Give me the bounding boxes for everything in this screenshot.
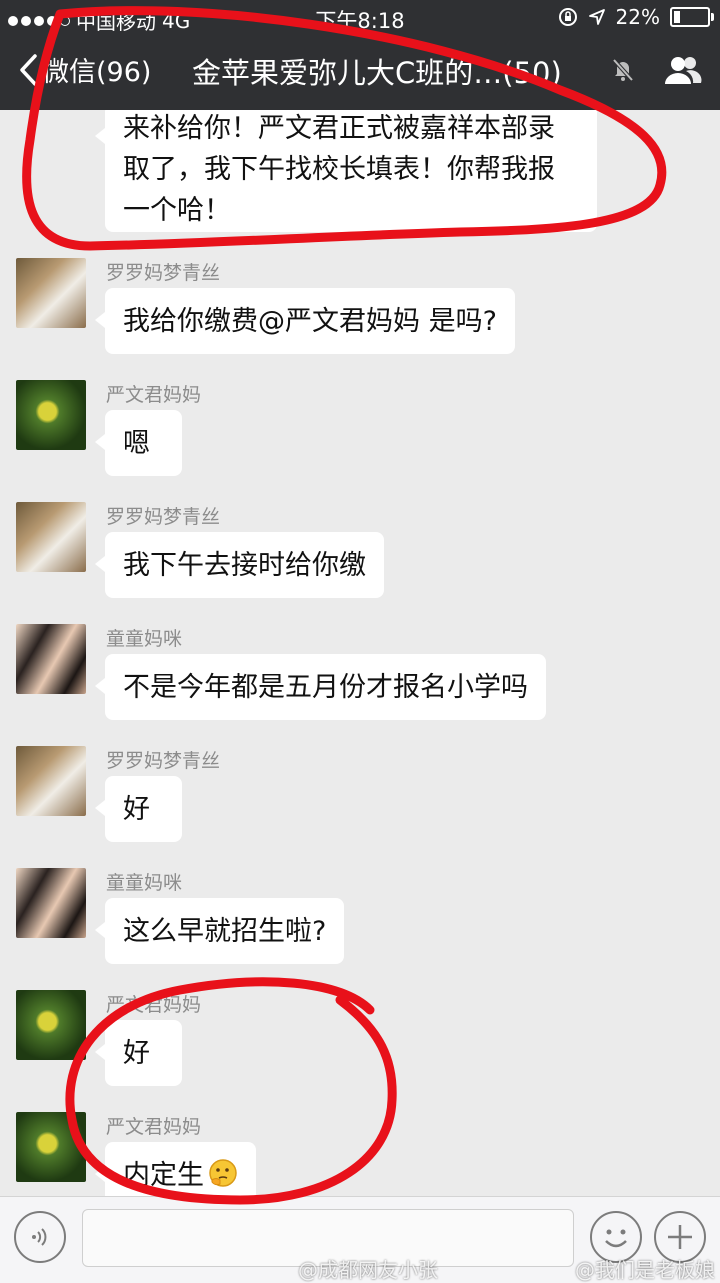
avatar[interactable] (16, 380, 86, 450)
message-bubble[interactable]: 内定生 (95, 1142, 256, 1196)
plus-icon (668, 1225, 692, 1249)
sender-name: 罗罗妈梦青丝 (106, 262, 221, 284)
avatar[interactable] (16, 868, 86, 938)
sender-name: 严文君妈妈 (106, 1116, 202, 1138)
message-bubble[interactable]: 这么早就招生啦? (94, 898, 345, 964)
message-bubble[interactable]: 嗯 (95, 410, 182, 476)
sender-name: 严文君妈妈 (106, 994, 202, 1016)
status-bar: 中国移动 4G 下午8:18 22% (0, 0, 720, 36)
message-list[interactable]: 来补给你！严文君正式被嘉祥本部录 取了，我下午找校长填表！你帮我报 一个哈！ 罗… (0, 110, 720, 1196)
sender-name: 童童妈咪 (106, 628, 183, 650)
sender-name: 罗罗妈梦青丝 (106, 506, 221, 528)
message-bubble[interactable]: 不是今年都是五月份才报名小学吗 (95, 654, 546, 720)
message-text: 不是今年都是五月份才报名小学吗 (123, 672, 528, 703)
avatar[interactable] (16, 502, 86, 572)
group-members-icon (665, 57, 702, 84)
avatar[interactable] (16, 990, 86, 1060)
message-text: 嗯 (123, 428, 150, 459)
thinking-face-icon (209, 1159, 237, 1187)
voice-button[interactable] (14, 1211, 66, 1263)
message-bubble[interactable]: 我下午去接时给你缴 (95, 532, 384, 598)
back-label: 微信(96) (42, 57, 152, 88)
message-text: 好 (123, 1038, 150, 1069)
group-members-button[interactable] (664, 54, 702, 92)
message-text: 内定生 (123, 1160, 204, 1191)
battery-percent: 22% (615, 5, 660, 29)
avatar[interactable] (16, 1112, 86, 1182)
message-text: 好 (123, 794, 150, 825)
avatar[interactable] (16, 746, 86, 816)
message-line: 来补给你！严文君正式被嘉祥本部录 (123, 113, 555, 144)
chevron-left-icon (20, 53, 37, 86)
location-arrow-icon (588, 9, 605, 25)
sender-name: 童童妈咪 (106, 872, 183, 894)
sender-name: 罗罗妈梦青丝 (106, 750, 221, 772)
back-button[interactable]: 微信(96) (18, 50, 151, 89)
chat-header: 微信(96) 金苹果爱弥儿大C班的…(50) (0, 36, 720, 110)
watermark: @我们是老板娘 (575, 1258, 715, 1282)
message-line: 取了，我下午找校长填表！你帮我报 (123, 154, 555, 185)
battery-icon (670, 7, 714, 27)
rotation-lock-icon (558, 8, 577, 26)
voice-icon (32, 1228, 47, 1246)
message-bubble[interactable]: 好 (95, 1020, 182, 1086)
watermark: @成都网友小张 (298, 1258, 438, 1282)
sender-name: 严文君妈妈 (106, 384, 202, 406)
mute-icon (612, 58, 634, 82)
message-text: 这么早就招生啦? (123, 916, 327, 947)
avatar[interactable] (16, 624, 86, 694)
message-bubble[interactable]: 来补给你！严文君正式被嘉祥本部录 取了，我下午找校长填表！你帮我报 一个哈！ (95, 110, 597, 232)
message-line: 一个哈！ (123, 195, 231, 226)
message-bubble[interactable]: 好 (95, 776, 182, 842)
message-text: 我下午去接时给你缴 (123, 550, 366, 581)
message-bubble[interactable]: 我给你缴费@严文君妈妈 是吗? (95, 288, 515, 354)
group-chat-title: 金苹果爱弥儿大C班的…(50) (192, 56, 562, 90)
message-text: 我给你缴费@严文君妈妈 是吗? (123, 306, 497, 337)
avatar[interactable] (16, 258, 86, 328)
